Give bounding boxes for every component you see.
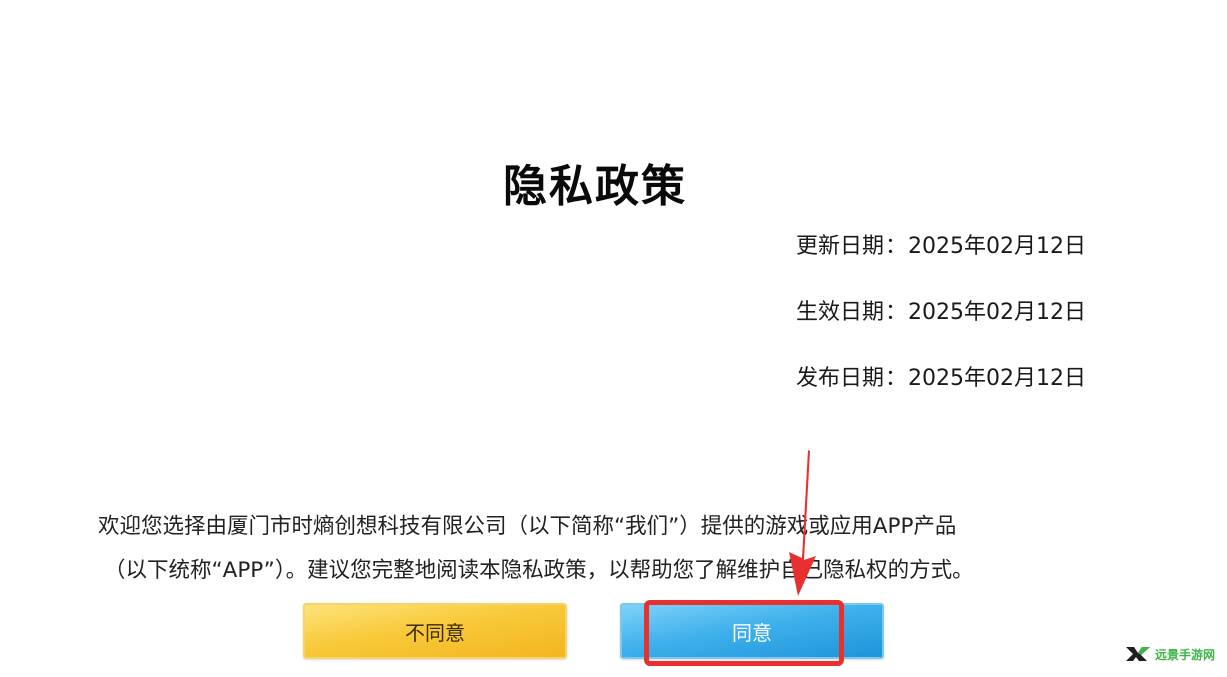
effective-date-label: 生效日期 xyxy=(795,300,884,325)
agree-button-label: 同意 xyxy=(732,620,772,645)
disagree-button[interactable]: 不同意 xyxy=(303,603,567,659)
effective-date-row: 生效日期：2025年02月12日 xyxy=(796,302,1086,324)
updated-date-label: 更新日期 xyxy=(795,234,884,259)
intro-line-2: （以下统称“APP”）。建议您完整地阅读本隐私政策，以帮助您了解维护自己隐私权的… xyxy=(104,558,974,583)
watermark-text: 远景手游网 xyxy=(1154,647,1215,662)
privacy-policy-screen: 隐私政策 更新日期：2025年02月12日 生效日期：2025年02月12日 发… xyxy=(0,0,1227,677)
agree-button[interactable]: 同意 xyxy=(620,603,884,659)
intro-line-1: 欢迎您选择由厦门市时熵创想科技有限公司（以下简称“我们”）提供的游戏或应用APP… xyxy=(98,514,957,539)
published-date-separator: ： xyxy=(885,366,908,391)
effective-date-value: 2025年02月12日 xyxy=(908,300,1086,325)
page-title: 隐私政策 xyxy=(503,161,687,212)
updated-date-row: 更新日期：2025年02月12日 xyxy=(796,236,1086,258)
effective-date-separator: ： xyxy=(885,300,908,325)
published-date-row: 发布日期：2025年02月12日 xyxy=(796,368,1086,390)
updated-date-separator: ： xyxy=(885,234,908,259)
dates-block: 更新日期：2025年02月12日 生效日期：2025年02月12日 发布日期：2… xyxy=(796,236,1086,434)
intro-text: 欢迎您选择由厦门市时熵创想科技有限公司（以下简称“我们”）提供的游戏或应用APP… xyxy=(98,505,1078,593)
watermark: 远景手游网 xyxy=(1125,645,1215,663)
published-date-value: 2025年02月12日 xyxy=(908,366,1086,391)
published-date-label: 发布日期 xyxy=(795,366,884,391)
watermark-logo-icon xyxy=(1125,647,1150,661)
updated-date-value: 2025年02月12日 xyxy=(908,234,1086,259)
disagree-button-label: 不同意 xyxy=(405,620,465,645)
